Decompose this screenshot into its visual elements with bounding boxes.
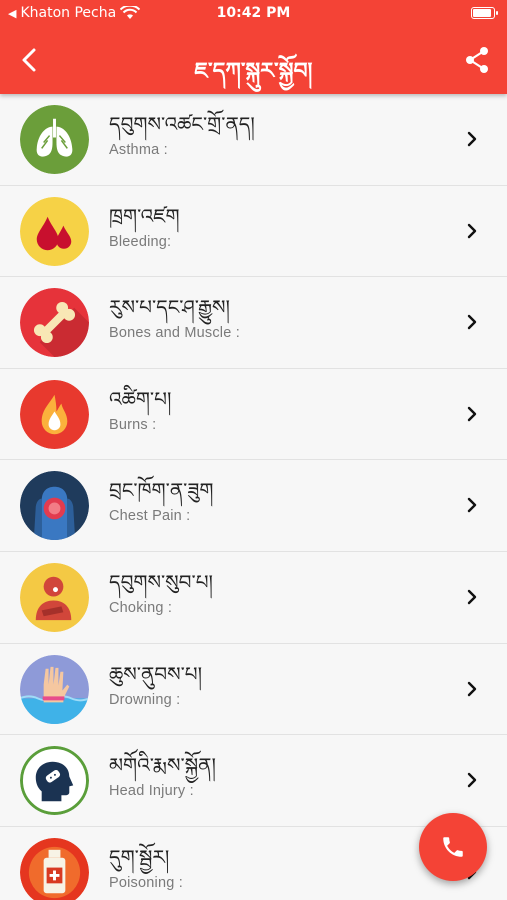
- chevron-right-icon: [467, 589, 477, 605]
- lungs-icon: [20, 105, 89, 174]
- chevron-right-icon: [467, 772, 477, 788]
- status-time: 10:42 PM: [216, 5, 291, 21]
- chevron-right-icon: [467, 314, 477, 330]
- item-title-bo: དབུགས་སུབ་པ།: [109, 569, 213, 594]
- chevron-right-icon: [467, 498, 477, 513]
- item-title-en: Bleeding:: [109, 233, 172, 250]
- flame-icon: [20, 379, 89, 449]
- item-title-en: Poisoning :: [109, 874, 183, 891]
- list-item-choking[interactable]: དབུགས་སུབ་པ། Choking :: [0, 551, 507, 644]
- list-item-bleeding[interactable]: ཁྲག་འཛག Bleeding:: [0, 185, 507, 278]
- chevron-right-icon: [467, 681, 477, 696]
- status-bar: ◀ Khaton Pecha 10:42 PM: [0, 0, 507, 28]
- poison-bottle-icon: [20, 837, 89, 900]
- list-item-drowning[interactable]: ཆུས་ནུབས་པ། Drowning :: [0, 643, 507, 736]
- item-title-bo: ཆུས་ནུབས་པ།: [109, 661, 203, 686]
- item-title-en: Chest Pain :: [109, 508, 191, 525]
- page-title: ཇ་དཀ་སྐུར་སྐྱོབ།: [194, 59, 313, 84]
- head-injury-icon: [20, 746, 89, 816]
- item-title-bo: མགོའི་རྨས་སྐྱོན།: [109, 753, 216, 778]
- choking-person-icon: [20, 562, 89, 632]
- item-title-en: Choking :: [109, 599, 173, 616]
- drowning-hand-icon: [20, 654, 89, 724]
- list-item-burns[interactable]: འཚིག་པ། Burns :: [0, 368, 507, 461]
- bone-icon: [20, 288, 89, 358]
- chevron-right-icon: [467, 406, 477, 421]
- item-title-en: Asthma :: [109, 142, 168, 158]
- list-item-bones-and-muscle[interactable]: རུས་པ་དང་ཤ་རྒྱུས། Bones and Muscle :: [0, 277, 507, 369]
- app-header: ◀ Khaton Pecha 10:42 PM ཇ་དཀ་སྐུར་སྐྱོབ།: [0, 0, 507, 94]
- chest-pain-icon: [20, 471, 89, 541]
- phone-icon: [443, 837, 463, 857]
- chevron-right-icon: [467, 131, 477, 147]
- battery-icon: [471, 7, 498, 19]
- list-item-head-injury[interactable]: མགོའི་རྨས་སྐྱོན། Head Injury :: [0, 735, 507, 827]
- item-title-bo: དུག་སྦྱོར།: [109, 844, 170, 869]
- share-icon[interactable]: [461, 44, 493, 76]
- call-button[interactable]: [419, 813, 487, 881]
- item-title-en: Bones and Muscle :: [109, 325, 240, 342]
- item-title-en: Burns :: [109, 416, 157, 433]
- nav-bar: ཇ་དཀ་སྐུར་སྐྱོབ།: [0, 32, 507, 88]
- item-title-en: Head Injury :: [109, 783, 194, 800]
- item-title-bo: དབུགས་འཚང་གྲོ་ནད།: [109, 112, 255, 136]
- chevron-right-icon: [467, 223, 477, 238]
- item-title-en: Drowning :: [109, 691, 181, 708]
- topic-list: དབུགས་འཚང་གྲོ་ནད། Asthma : ཁྲག་འཛག Bleed…: [0, 94, 507, 900]
- item-title-bo: བྲང་ཁོག་ན་ཟུག: [109, 478, 214, 503]
- item-title-bo: རུས་པ་དང་ཤ་རྒྱུས།: [109, 295, 230, 320]
- item-title-bo: ཁྲག་འཛག: [109, 203, 180, 228]
- item-title-bo: འཚིག་པ།: [109, 386, 172, 411]
- list-item-chest-pain[interactable]: བྲང་ཁོག་ན་ཟུག Chest Pain :: [0, 460, 507, 552]
- blood-drops-icon: [20, 196, 89, 266]
